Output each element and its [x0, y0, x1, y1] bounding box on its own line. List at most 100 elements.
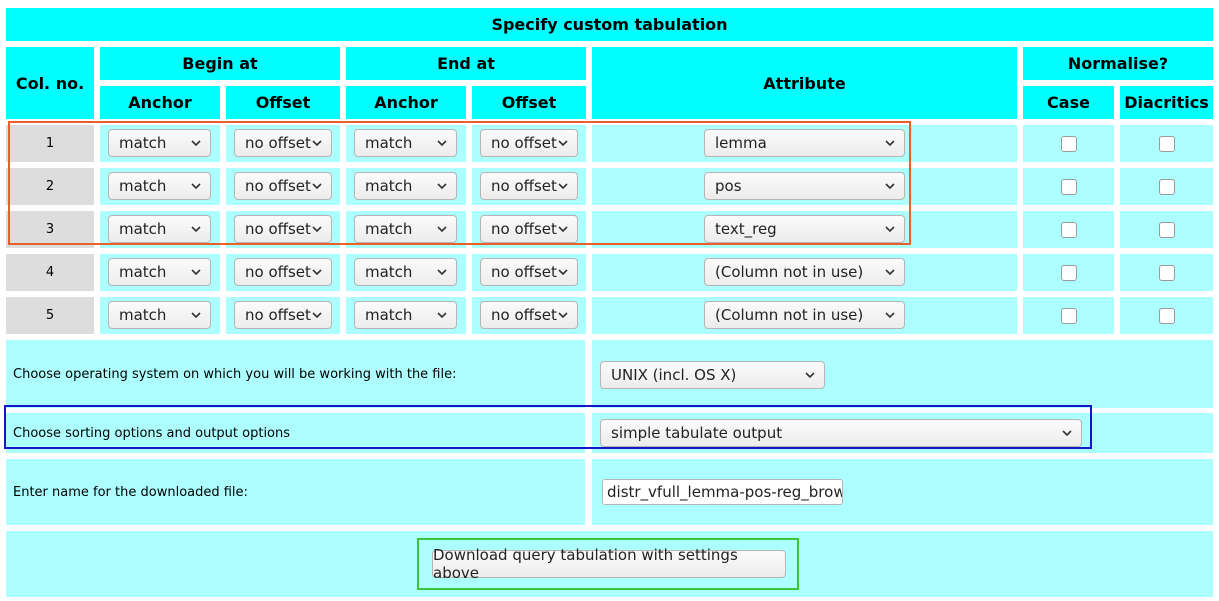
- end-anchor-select[interactable]: match: [354, 301, 457, 329]
- case-cell: [1023, 254, 1114, 291]
- filename-input[interactable]: distr_vfull_lemma-pos-reg_brown: [602, 479, 843, 505]
- row-number: 4: [45, 265, 55, 280]
- begin-anchor-select[interactable]: match: [108, 172, 211, 200]
- end-anchor-select[interactable]: match: [354, 258, 457, 286]
- chevron-down-icon: [191, 312, 201, 319]
- header-case-text: Case: [1047, 93, 1090, 112]
- header-end-anchor: Anchor: [346, 86, 466, 119]
- attribute-value: (Column not in use): [715, 263, 864, 281]
- begin-anchor-value: match: [119, 306, 167, 324]
- begin-offset-value: no offset: [245, 134, 311, 152]
- chevron-down-icon: [191, 183, 201, 190]
- begin-anchor-select[interactable]: match: [108, 258, 211, 286]
- sorting-select-value: simple tabulate output: [611, 424, 783, 442]
- end-offset-value: no offset: [491, 220, 557, 238]
- begin-offset-cell: no offset: [226, 125, 340, 162]
- case-checkbox[interactable]: [1061, 136, 1077, 152]
- end-offset-cell: no offset: [472, 254, 586, 291]
- begin-anchor-cell: match: [100, 125, 220, 162]
- diacritics-checkbox[interactable]: [1159, 179, 1175, 195]
- chevron-down-icon: [885, 312, 895, 319]
- begin-offset-select[interactable]: no offset: [234, 301, 332, 329]
- case-cell: [1023, 297, 1114, 334]
- attribute-select[interactable]: pos: [704, 172, 905, 200]
- begin-offset-select[interactable]: no offset: [234, 215, 332, 243]
- header-normalise: Normalise?: [1023, 47, 1213, 80]
- row-number-cell: 4: [6, 254, 94, 291]
- header-end-at-text: End at: [437, 54, 495, 73]
- row-number: 2: [45, 179, 55, 194]
- begin-offset-select[interactable]: no offset: [234, 129, 332, 157]
- chevron-down-icon: [437, 226, 447, 233]
- attribute-select[interactable]: lemma: [704, 129, 905, 157]
- end-offset-select[interactable]: no offset: [480, 215, 578, 243]
- table-title: Specify custom tabulation: [6, 8, 1213, 41]
- header-normalise-text: Normalise?: [1067, 54, 1169, 73]
- begin-anchor-select[interactable]: match: [108, 301, 211, 329]
- end-offset-select[interactable]: no offset: [480, 129, 578, 157]
- end-anchor-value: match: [365, 177, 413, 195]
- diacritics-checkbox[interactable]: [1159, 308, 1175, 324]
- end-offset-value: no offset: [491, 177, 557, 195]
- row-number-cell: 1: [6, 125, 94, 162]
- header-begin-offset-text: Offset: [255, 93, 311, 112]
- begin-anchor-value: match: [119, 263, 167, 281]
- begin-anchor-cell: match: [100, 211, 220, 248]
- begin-anchor-select[interactable]: match: [108, 215, 211, 243]
- case-checkbox[interactable]: [1061, 179, 1077, 195]
- filename-label-cell: Enter name for the downloaded file:: [6, 459, 585, 525]
- diacritics-checkbox[interactable]: [1159, 136, 1175, 152]
- end-anchor-value: match: [365, 134, 413, 152]
- case-checkbox[interactable]: [1061, 265, 1077, 281]
- begin-anchor-select[interactable]: match: [108, 129, 211, 157]
- case-checkbox[interactable]: [1061, 308, 1077, 324]
- os-select-value: UNIX (incl. OS X): [611, 366, 737, 384]
- header-end-offset: Offset: [472, 86, 586, 119]
- begin-offset-value: no offset: [245, 177, 311, 195]
- chevron-down-icon: [558, 140, 568, 147]
- chevron-down-icon: [885, 226, 895, 233]
- header-diacritics-text: Diacritics: [1124, 93, 1209, 112]
- end-anchor-select[interactable]: match: [354, 129, 457, 157]
- row-number-cell: 3: [6, 211, 94, 248]
- end-anchor-cell: match: [346, 125, 466, 162]
- end-anchor-select[interactable]: match: [354, 172, 457, 200]
- begin-anchor-cell: match: [100, 168, 220, 205]
- begin-offset-value: no offset: [245, 306, 311, 324]
- attribute-select[interactable]: text_reg: [704, 215, 905, 243]
- end-offset-select[interactable]: no offset: [480, 172, 578, 200]
- os-label: Choose operating system on which you wil…: [13, 366, 457, 382]
- os-select[interactable]: UNIX (incl. OS X): [600, 361, 825, 389]
- begin-anchor-cell: match: [100, 297, 220, 334]
- case-checkbox[interactable]: [1061, 222, 1077, 238]
- end-offset-select[interactable]: no offset: [480, 301, 578, 329]
- os-select-cell: UNIX (incl. OS X): [592, 340, 1213, 408]
- diacritics-cell: [1120, 211, 1213, 248]
- chevron-down-icon: [437, 140, 447, 147]
- case-cell: [1023, 168, 1114, 205]
- chevron-down-icon: [312, 140, 322, 147]
- end-offset-select[interactable]: no offset: [480, 258, 578, 286]
- end-anchor-cell: match: [346, 297, 466, 334]
- download-cell: Download query tabulation with settings …: [6, 531, 1213, 597]
- download-button[interactable]: Download query tabulation with settings …: [432, 546, 786, 582]
- attribute-select[interactable]: (Column not in use): [704, 301, 905, 329]
- diacritics-checkbox[interactable]: [1159, 265, 1175, 281]
- begin-offset-select[interactable]: no offset: [234, 172, 332, 200]
- chevron-down-icon: [885, 269, 895, 276]
- begin-offset-cell: no offset: [226, 297, 340, 334]
- end-offset-value: no offset: [491, 134, 557, 152]
- end-offset-cell: no offset: [472, 211, 586, 248]
- begin-offset-cell: no offset: [226, 211, 340, 248]
- header-col-no-text: Col. no.: [15, 73, 85, 93]
- end-offset-cell: no offset: [472, 168, 586, 205]
- end-anchor-select[interactable]: match: [354, 215, 457, 243]
- begin-offset-cell: no offset: [226, 254, 340, 291]
- chevron-down-icon: [191, 226, 201, 233]
- attribute-select[interactable]: (Column not in use): [704, 258, 905, 286]
- begin-offset-select[interactable]: no offset: [234, 258, 332, 286]
- header-begin-anchor-text: Anchor: [128, 93, 192, 112]
- diacritics-checkbox[interactable]: [1159, 222, 1175, 238]
- filename-label: Enter name for the downloaded file:: [13, 484, 248, 500]
- sorting-select[interactable]: simple tabulate output: [600, 419, 1082, 447]
